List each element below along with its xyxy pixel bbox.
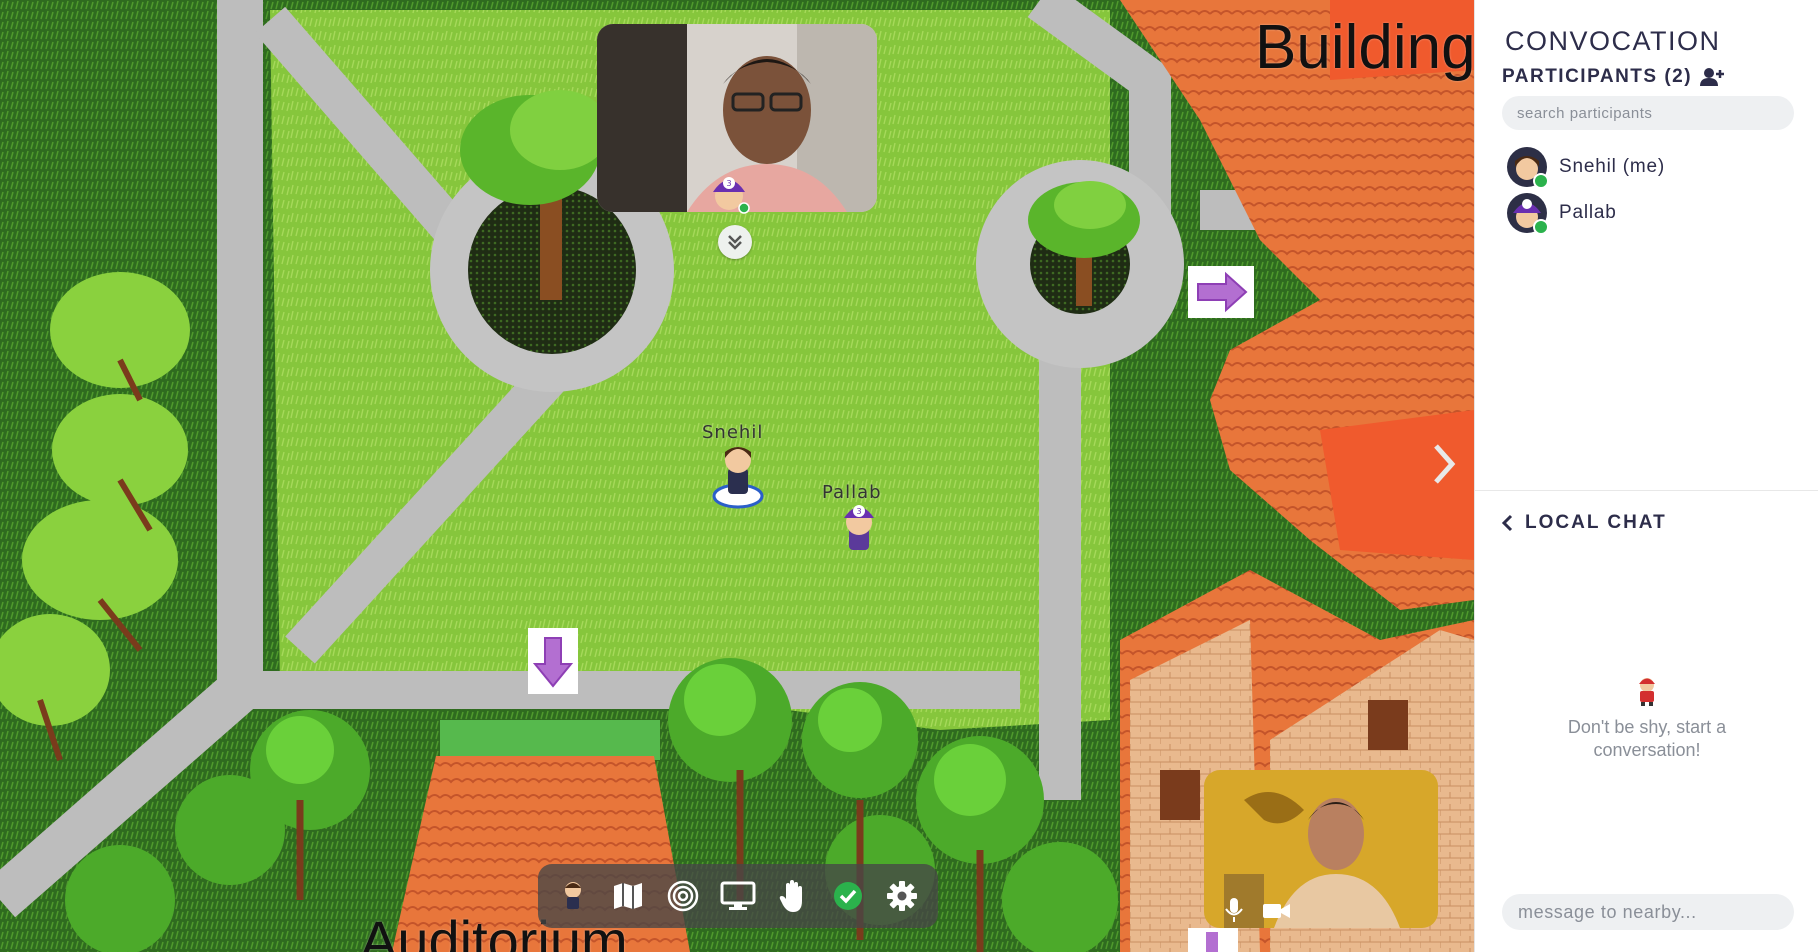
building-label: Building xyxy=(1255,13,1474,82)
screen-share-icon xyxy=(720,881,756,910)
target-icon xyxy=(667,880,699,912)
status-check-icon xyxy=(833,882,862,910)
chevron-left-icon xyxy=(1501,514,1513,532)
avatar-snehil[interactable] xyxy=(710,444,766,510)
video-camera-icon xyxy=(1263,904,1290,918)
raise-hand-button[interactable] xyxy=(773,876,813,916)
expand-videos-button[interactable] xyxy=(718,225,752,259)
camera-button[interactable] xyxy=(1262,900,1292,922)
status-button[interactable] xyxy=(828,876,868,916)
online-status-dot xyxy=(1533,219,1549,235)
participant-name: Pallab xyxy=(1559,202,1617,223)
add-participant-button[interactable] xyxy=(1700,67,1725,87)
microphone-icon xyxy=(1225,898,1243,922)
online-status-dot xyxy=(1533,173,1549,189)
room-title: CONVOCATION xyxy=(1505,26,1721,56)
add-user-icon xyxy=(1700,68,1725,86)
double-chevron-down-icon xyxy=(728,235,742,250)
avatar xyxy=(1507,193,1549,235)
svg-text:3: 3 xyxy=(726,179,731,188)
chevron-right-icon xyxy=(1434,444,1456,484)
map-button[interactable] xyxy=(608,876,648,916)
empty-chat-state: Don't be shy, start a conversation! xyxy=(1475,676,1818,762)
next-area-button[interactable] xyxy=(1424,436,1464,492)
search-participants-input[interactable] xyxy=(1502,96,1794,130)
participant-item[interactable]: Snehil (me) xyxy=(1507,144,1665,190)
local-chat-header[interactable]: LOCAL CHAT xyxy=(1501,512,1667,534)
avatar-pallab[interactable]: 3 xyxy=(836,502,882,556)
raise-hand-icon xyxy=(779,880,802,912)
chat-message-input[interactable] xyxy=(1502,894,1794,930)
world-map[interactable]: Building Auditorium Snehil Pallab 3 3 xyxy=(0,0,1474,952)
avatar-button[interactable] xyxy=(553,876,593,916)
chat-title: LOCAL CHAT xyxy=(1525,512,1667,533)
avatar-name-snehil: Snehil xyxy=(702,422,764,443)
character-icon xyxy=(1639,678,1655,706)
participant-item[interactable]: Pallab xyxy=(1507,190,1665,236)
bottom-toolbar xyxy=(538,864,938,928)
map-icon xyxy=(614,883,643,909)
participants-label: PARTICIPANTS (2) xyxy=(1502,66,1693,87)
divider xyxy=(1475,490,1818,491)
remote-video-avatar: 3 xyxy=(708,172,750,216)
empty-chat-message: Don't be shy, start a conversation! xyxy=(1567,717,1727,760)
avatar xyxy=(1507,147,1549,189)
participant-list: Snehil (me) Pallab xyxy=(1507,144,1665,236)
mic-button[interactable] xyxy=(1222,896,1246,924)
avatar-name-pallab: Pallab xyxy=(822,482,882,503)
participant-name: Snehil (me) xyxy=(1559,156,1665,177)
target-button[interactable] xyxy=(663,876,703,916)
sidebar: CONVOCATION PARTICIPANTS (2) Snehil (me) xyxy=(1474,0,1818,952)
participants-header: PARTICIPANTS (2) xyxy=(1502,66,1725,88)
svg-text:3: 3 xyxy=(856,507,861,516)
settings-icon xyxy=(887,881,918,911)
avatar-icon xyxy=(565,882,582,909)
screen-share-button[interactable] xyxy=(718,876,758,916)
settings-button[interactable] xyxy=(882,876,922,916)
